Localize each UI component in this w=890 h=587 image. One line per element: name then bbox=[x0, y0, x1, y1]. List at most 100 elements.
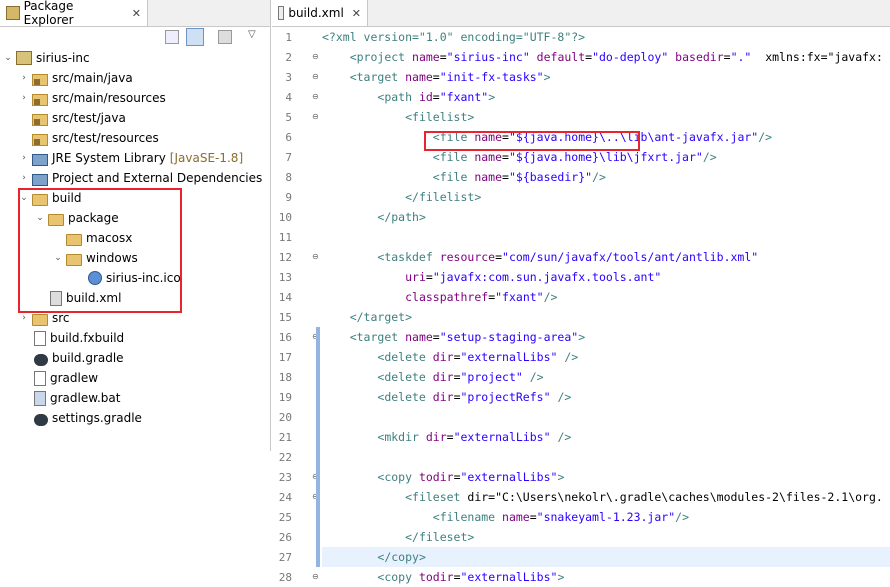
close-icon[interactable]: ✕ bbox=[352, 7, 361, 20]
code-line[interactable]: <filelist> bbox=[322, 107, 474, 127]
library-icon bbox=[32, 153, 48, 166]
line-number: 3 bbox=[285, 71, 292, 84]
line-number: 10 bbox=[278, 211, 292, 224]
tree-item[interactable]: src/test/java bbox=[18, 108, 126, 128]
code-line[interactable]: <delete dir="externalLibs" /> bbox=[322, 347, 578, 367]
code-line[interactable]: <delete dir="projectRefs" /> bbox=[322, 387, 571, 407]
fold-toggle-icon[interactable]: ⊖ bbox=[312, 252, 319, 261]
tree-item[interactable]: macosx bbox=[52, 228, 132, 248]
tree-item[interactable]: ⌄ windows bbox=[52, 248, 138, 268]
code-area[interactable]: <?xml version="1.0" encoding="UTF-8"?> <… bbox=[322, 27, 890, 584]
fold-toggle-icon[interactable]: ⊖ bbox=[312, 92, 319, 101]
change-marker bbox=[316, 527, 320, 547]
tree-item[interactable]: ⌄ build bbox=[18, 188, 82, 208]
package-folder-icon bbox=[32, 133, 48, 146]
tree-item[interactable]: › src bbox=[18, 308, 70, 328]
code-line[interactable]: <delete dir="project" /> bbox=[322, 367, 543, 387]
tree-item-label: gradlew bbox=[50, 371, 99, 385]
line-number: 6 bbox=[285, 131, 292, 144]
line-number: 7 bbox=[285, 151, 292, 164]
folder-icon bbox=[48, 213, 64, 226]
fold-toggle-icon[interactable]: ⊖ bbox=[312, 572, 319, 581]
chevron-right-icon[interactable]: › bbox=[18, 93, 30, 103]
code-line[interactable]: <project name="sirius-inc" default="do-d… bbox=[322, 47, 883, 67]
chevron-right-icon[interactable]: › bbox=[18, 173, 30, 183]
tree-item[interactable]: settings.gradle bbox=[18, 408, 142, 428]
tree-item[interactable]: › Project and External Dependencies bbox=[18, 168, 262, 188]
tree-item-label: settings.gradle bbox=[52, 411, 142, 425]
tree-item[interactable]: ⌄ package bbox=[34, 208, 119, 228]
line-number: 26 bbox=[278, 531, 292, 544]
fold-toggle-icon[interactable]: ⊖ bbox=[312, 72, 319, 81]
file-icon bbox=[34, 330, 46, 346]
line-number: 22 bbox=[278, 451, 292, 464]
code-line[interactable]: </filelist> bbox=[322, 187, 481, 207]
code-line[interactable]: </fileset> bbox=[322, 527, 474, 547]
tree-item[interactable]: › src/main/resources bbox=[18, 88, 166, 108]
change-marker bbox=[316, 487, 320, 507]
folder-icon bbox=[32, 193, 48, 206]
change-marker bbox=[316, 367, 320, 387]
tree-item[interactable]: gradlew bbox=[18, 368, 98, 388]
chevron-down-icon[interactable]: ⌄ bbox=[2, 53, 14, 63]
code-line[interactable]: <copy todir="externalLibs"> bbox=[322, 567, 564, 587]
collapse-all-icon[interactable] bbox=[165, 30, 179, 44]
view-menu-icon[interactable]: ▽ bbox=[248, 29, 256, 40]
tree-item[interactable]: src/test/resources bbox=[18, 128, 159, 148]
tree-item[interactable]: sirius-inc.ico bbox=[72, 268, 181, 288]
code-line[interactable]: <target name="setup-staging-area"> bbox=[322, 327, 585, 347]
tree-project-root[interactable]: ⌄ sirius-inc bbox=[2, 48, 90, 68]
code-line[interactable]: <path id="fxant"> bbox=[322, 87, 495, 107]
library-icon bbox=[32, 173, 48, 186]
chevron-right-icon[interactable]: › bbox=[18, 313, 30, 323]
package-folder-icon bbox=[32, 93, 48, 106]
link-with-editor-icon[interactable] bbox=[186, 28, 204, 46]
tab-package-explorer[interactable]: Package Explorer ✕ bbox=[0, 0, 148, 27]
code-line[interactable]: uri="javafx:com.sun.javafx.tools.ant" bbox=[322, 267, 661, 287]
tree-item[interactable]: gradlew.bat bbox=[18, 388, 120, 408]
code-line[interactable]: classpathref="fxant"/> bbox=[322, 287, 557, 307]
tree-item-suffix: [JavaSE-1.8] bbox=[169, 151, 244, 165]
code-line[interactable]: <file name="${basedir}"/> bbox=[322, 167, 606, 187]
line-number: 20 bbox=[278, 411, 292, 424]
code-line[interactable]: </copy> bbox=[322, 547, 425, 567]
tree-item-label: package bbox=[68, 211, 119, 225]
code-line[interactable]: <mkdir dir="externalLibs" /> bbox=[322, 427, 571, 447]
tree-item[interactable]: build.gradle bbox=[18, 348, 124, 368]
folder-icon bbox=[66, 233, 82, 246]
tree-item[interactable]: › JRE System Library [JavaSE-1.8] bbox=[18, 148, 243, 168]
fold-toggle-icon[interactable]: ⊖ bbox=[312, 52, 319, 61]
tree-item[interactable]: build.xml bbox=[34, 288, 121, 308]
code-line[interactable]: <filename name="snakeyaml-1.23.jar"/> bbox=[322, 507, 689, 527]
line-number: 16 bbox=[278, 331, 292, 344]
filter-icon[interactable] bbox=[218, 30, 232, 44]
tree-item-label: build.xml bbox=[66, 291, 122, 305]
gradle-icon bbox=[34, 413, 48, 426]
line-number: 9 bbox=[285, 191, 292, 204]
code-line[interactable]: </target> bbox=[322, 307, 412, 327]
chevron-right-icon[interactable]: › bbox=[18, 153, 30, 163]
chevron-right-icon[interactable]: › bbox=[18, 73, 30, 83]
line-number: 5 bbox=[285, 111, 292, 124]
fold-toggle-icon[interactable]: ⊖ bbox=[312, 112, 319, 121]
tree-item-label: src/test/resources bbox=[52, 131, 159, 145]
tab-label: build.xml bbox=[288, 6, 344, 20]
tree-item[interactable]: › src/main/java bbox=[18, 68, 133, 88]
tree-item[interactable]: build.fxbuild bbox=[18, 328, 124, 348]
chevron-down-icon[interactable]: ⌄ bbox=[34, 213, 46, 223]
tab-build-xml[interactable]: build.xml ✕ bbox=[272, 0, 368, 26]
highlight-box-basedir bbox=[424, 131, 640, 151]
chevron-down-icon[interactable]: ⌄ bbox=[18, 193, 30, 203]
line-number: 14 bbox=[278, 291, 292, 304]
chevron-down-icon[interactable]: ⌄ bbox=[52, 253, 64, 263]
line-number: 23 bbox=[278, 471, 292, 484]
code-line[interactable]: <copy todir="externalLibs"> bbox=[322, 467, 564, 487]
code-line[interactable]: </path> bbox=[322, 207, 425, 227]
code-line[interactable]: <?xml version="1.0" encoding="UTF-8"?> bbox=[322, 27, 585, 47]
code-line[interactable]: <fileset dir="C:\Users\nekolr\.gradle\ca… bbox=[322, 487, 883, 507]
close-icon[interactable]: ✕ bbox=[132, 7, 141, 20]
code-line[interactable]: <taskdef resource="com/sun/javafx/tools/… bbox=[322, 247, 758, 267]
code-line[interactable]: <target name="init-fx-tasks"> bbox=[322, 67, 551, 87]
line-number: 1 bbox=[285, 31, 292, 44]
tree-item-label: macosx bbox=[86, 231, 133, 245]
